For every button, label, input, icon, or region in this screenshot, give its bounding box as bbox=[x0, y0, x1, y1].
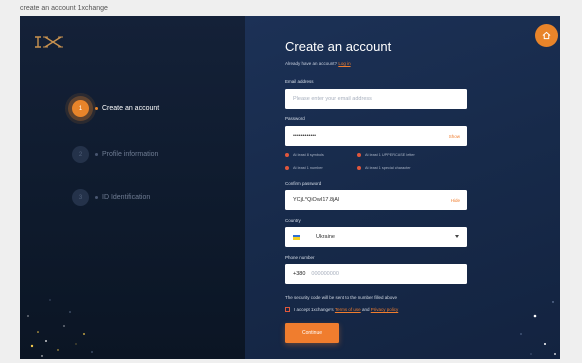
confirm-password-label: Confirm password bbox=[285, 181, 322, 186]
phone-field[interactable]: +380 000000000 bbox=[285, 264, 467, 284]
chevron-down-icon bbox=[455, 235, 459, 238]
signin-prompt-text: Already have an account? bbox=[285, 61, 338, 66]
rule-text: At least 1 UPPERCASE letter bbox=[365, 153, 415, 157]
signin-prompt: Already have an account? Log in bbox=[285, 61, 351, 66]
password-value: •••••••••••• bbox=[293, 133, 317, 139]
confirm-password-field[interactable]: YCjL*QiOwI17.8jAl Hide bbox=[285, 190, 467, 210]
home-button[interactable] bbox=[535, 24, 558, 47]
rule-number: At least 1 number bbox=[285, 166, 323, 170]
country-value: Ukraine bbox=[316, 234, 335, 240]
show-password-toggle[interactable]: Show bbox=[449, 134, 460, 139]
confirm-password-value: YCjL*QiOwI17.8jAl bbox=[293, 197, 340, 203]
step-dot bbox=[95, 196, 98, 199]
step-label: Create an account bbox=[102, 105, 160, 112]
terms-row: I accept 1xchange's Terms of use and Pri… bbox=[285, 307, 398, 312]
ukraine-flag-icon bbox=[293, 234, 300, 240]
rule-dot bbox=[285, 153, 289, 157]
window-caption: create an account 1xchange bbox=[20, 5, 108, 12]
step-number: 1 bbox=[72, 100, 89, 117]
terms-of-use-link[interactable]: Terms of use bbox=[335, 307, 361, 312]
steps-panel: 1 Create an account 2 Profile informatio… bbox=[20, 16, 245, 359]
step-create-account: 1 Create an account bbox=[72, 100, 159, 117]
country-select[interactable]: Ukraine bbox=[285, 227, 467, 247]
hide-password-toggle[interactable]: Hide bbox=[451, 198, 460, 203]
security-note: The security code will be sent to the nu… bbox=[285, 295, 398, 300]
step-dot bbox=[95, 153, 98, 156]
email-placeholder: Please enter your email address bbox=[293, 96, 372, 102]
rule-dot bbox=[285, 166, 289, 170]
terms-checkbox[interactable] bbox=[285, 307, 290, 312]
password-field[interactable]: •••••••••••• Show bbox=[285, 126, 467, 146]
step-id-identification: 3 ID Identification bbox=[72, 189, 150, 206]
page-title: Create an account bbox=[285, 39, 392, 54]
step-profile-information: 2 Profile information bbox=[72, 146, 158, 163]
privacy-policy-link[interactable]: Privacy policy bbox=[371, 307, 399, 312]
step-dot bbox=[95, 107, 98, 110]
rule-dot bbox=[357, 166, 361, 170]
step-number: 3 bbox=[72, 189, 89, 206]
country-label: Country bbox=[285, 218, 301, 223]
phone-prefix: +380 bbox=[293, 271, 306, 277]
rule-dot bbox=[357, 153, 361, 157]
password-label: Password bbox=[285, 116, 305, 121]
terms-prefix: I accept 1xchange's bbox=[294, 307, 334, 312]
continue-button[interactable]: Continue bbox=[285, 323, 339, 343]
1x-logo bbox=[35, 36, 63, 48]
step-number: 2 bbox=[72, 146, 89, 163]
email-field[interactable]: Please enter your email address bbox=[285, 89, 467, 109]
home-icon bbox=[542, 31, 551, 40]
rule-text: At least 1 special character bbox=[365, 166, 411, 170]
email-label: Email address bbox=[285, 79, 314, 84]
rule-min-symbols: At least 8 symbols bbox=[285, 153, 324, 157]
phone-label: Phone number bbox=[285, 255, 315, 260]
phone-placeholder: 000000000 bbox=[311, 271, 339, 277]
form-panel: Create an account Already have an accoun… bbox=[245, 16, 560, 359]
step-label: ID Identification bbox=[102, 194, 151, 201]
terms-and: and bbox=[361, 307, 370, 312]
rule-uppercase: At least 1 UPPERCASE letter bbox=[357, 153, 415, 157]
step-label: Profile information bbox=[102, 151, 159, 158]
login-link[interactable]: Log in bbox=[338, 61, 350, 66]
rule-text: At least 8 symbols bbox=[293, 153, 324, 157]
rule-special-char: At least 1 special character bbox=[357, 166, 411, 170]
rule-text: At least 1 number bbox=[293, 166, 323, 170]
signup-frame: 1 Create an account 2 Profile informatio… bbox=[20, 16, 560, 359]
starfield-decoration bbox=[27, 299, 93, 357]
